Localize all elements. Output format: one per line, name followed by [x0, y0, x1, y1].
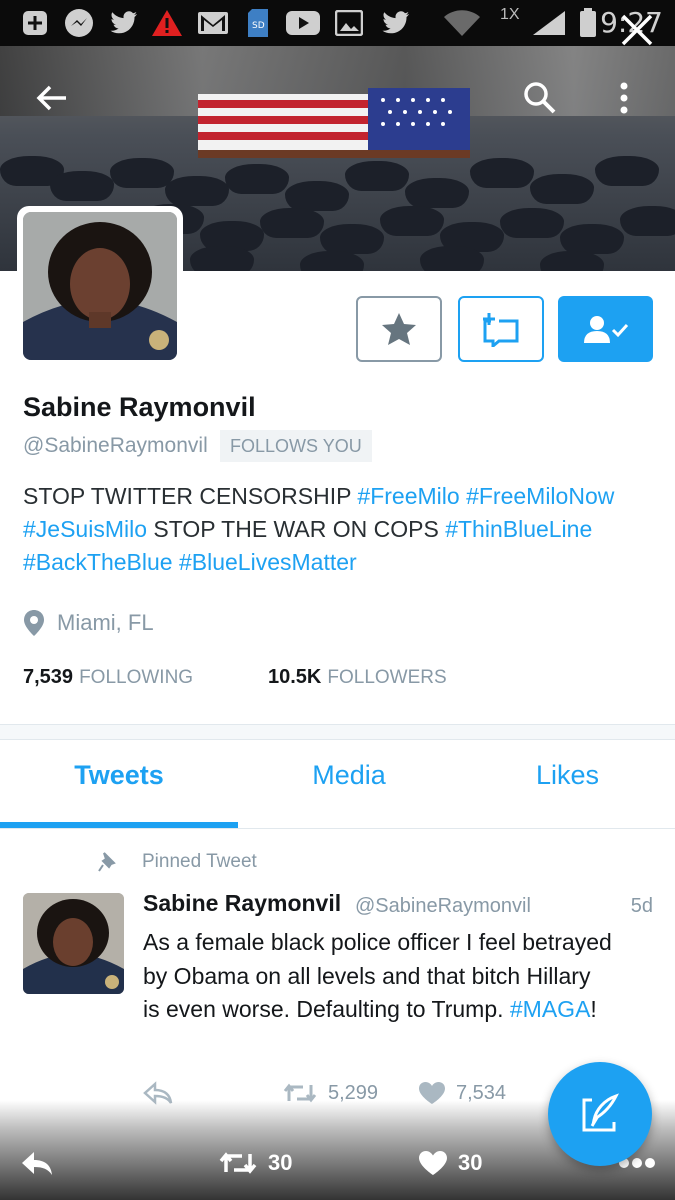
compose-tweet-button[interactable]	[548, 1062, 652, 1166]
location-pin-icon	[24, 610, 44, 636]
tweet-hashtag-link[interactable]: #MAGA	[510, 996, 591, 1022]
hashtag-link[interactable]: #ThinBlueLine	[445, 516, 592, 542]
bottom-retweet-count: 30	[268, 1150, 293, 1175]
retweet-icon	[219, 1152, 257, 1174]
followers-count: 10.5K	[268, 666, 322, 688]
tab-likes[interactable]: Likes	[460, 760, 675, 791]
bottom-like-count: 30	[458, 1150, 483, 1175]
flag-draped-casket	[198, 88, 470, 158]
direct-message-button[interactable]	[458, 296, 544, 362]
image-icon	[334, 8, 364, 38]
bio-text: STOP TWITTER CENSORSHIP	[23, 483, 358, 509]
svg-text:SD: SD	[252, 21, 265, 31]
follows-you-badge: FOLLOWS YOU	[220, 430, 372, 462]
hashtag-link[interactable]: #JeSuisMilo	[23, 516, 147, 542]
pin-icon	[98, 852, 116, 872]
follow-check-icon	[583, 316, 628, 343]
followers-label: FOLLOWERS	[327, 667, 447, 688]
following-stat[interactable]: 7,539 FOLLOWING	[23, 666, 193, 689]
location-text: Miami, FL	[57, 610, 154, 635]
signal-icon	[530, 8, 570, 38]
profile-bio: STOP TWITTER CENSORSHIP #FreeMilo #FreeM…	[23, 480, 653, 579]
sd-card-icon: SD	[244, 8, 272, 38]
star-icon	[382, 313, 416, 345]
pinned-tweet-header: Pinned Tweet	[98, 848, 257, 876]
profile-location: Miami, FL	[23, 608, 154, 638]
direct-message-icon	[483, 313, 519, 347]
close-icon[interactable]	[619, 12, 655, 48]
hashtag-link[interactable]: #FreeMilo	[357, 483, 459, 509]
tweet-text: As a female black police officer I feel …	[143, 926, 613, 1027]
profile-name: Sabine Raymonvil	[23, 392, 256, 422]
bottom-like-button[interactable]: 30	[418, 1145, 482, 1181]
tweet-author-name[interactable]: Sabine Raymonvil	[143, 890, 341, 917]
warning-icon	[150, 8, 184, 38]
tweet-body-end: !	[590, 996, 597, 1022]
hashtag-link[interactable]: #FreeMiloNow	[466, 483, 614, 509]
following-count: 7,539	[23, 666, 74, 688]
section-divider	[0, 724, 675, 740]
tweet-author-handle[interactable]: @SabineRaymonvil	[355, 895, 531, 918]
bottom-reply-button[interactable]	[20, 1145, 54, 1181]
tabs-divider	[0, 828, 675, 829]
add-notification-icon	[20, 8, 50, 38]
search-icon[interactable]	[520, 78, 560, 118]
heart-icon	[419, 1151, 447, 1175]
bottom-retweet-button[interactable]: 30	[218, 1145, 292, 1181]
favorite-star-button[interactable]	[356, 296, 442, 362]
hashtag-link[interactable]: #BlueLivesMatter	[179, 549, 357, 575]
speed-indicator: 1X	[500, 6, 520, 23]
following-button[interactable]	[558, 296, 653, 362]
hashtag-link[interactable]: #BackTheBlue	[23, 549, 173, 575]
following-label: FOLLOWING	[79, 667, 194, 688]
bio-text: STOP THE WAR ON COPS	[147, 516, 446, 542]
status-bar: SD 1X 9:27	[0, 0, 675, 46]
gmail-icon	[196, 8, 230, 38]
tab-tweets[interactable]: Tweets	[0, 760, 238, 791]
profile-handle: @SabineRaymonvil	[23, 434, 208, 457]
avatar-image	[23, 212, 177, 360]
wifi-icon	[442, 8, 482, 38]
more-vert-icon[interactable]	[612, 78, 636, 118]
followers-stat[interactable]: 10.5K FOLLOWERS	[268, 666, 447, 689]
twitter-notification-icon	[106, 8, 140, 38]
battery-icon	[578, 8, 598, 38]
reply-icon	[22, 1152, 52, 1175]
compose-icon	[582, 1093, 619, 1132]
twitter-notification-icon-2	[378, 8, 412, 38]
tweet-avatar[interactable]	[23, 893, 124, 994]
messenger-icon	[62, 8, 96, 38]
profile-avatar[interactable]	[17, 206, 183, 366]
tweet-timestamp: 5d	[630, 895, 653, 917]
pinned-label: Pinned Tweet	[142, 851, 257, 872]
back-arrow-icon[interactable]	[32, 78, 72, 118]
tab-media[interactable]: Media	[238, 760, 460, 791]
youtube-icon	[284, 8, 322, 38]
